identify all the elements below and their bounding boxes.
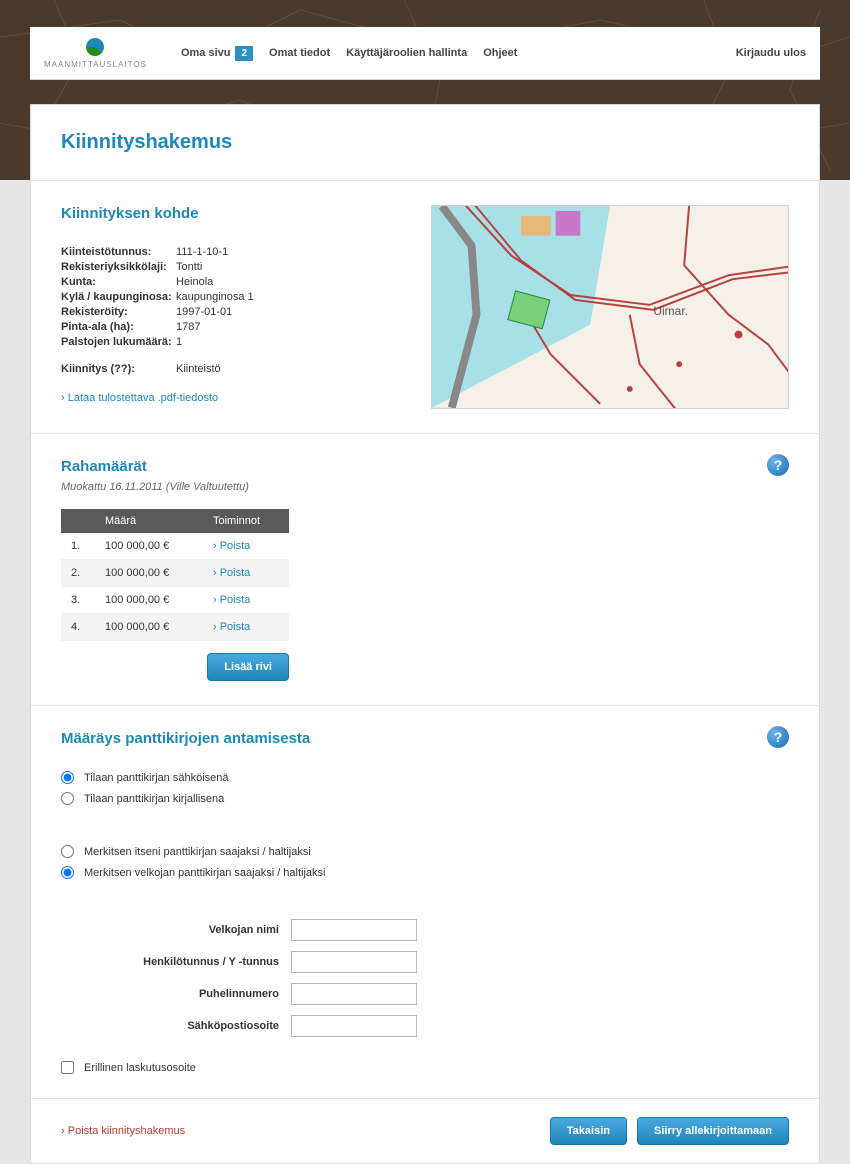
label-erillinen[interactable]: Erillinen laskutusosoite [84, 1062, 196, 1074]
input-velkojan-nimi[interactable] [291, 919, 417, 941]
section-maarays: ? Määräys panttikirjojen antamisesta Til… [31, 705, 819, 1098]
radio-velkojan[interactable] [61, 866, 74, 879]
value-kiinnitys: Kiinteistö [176, 363, 221, 375]
label-sahkoisena[interactable]: Tilaan panttikirjan sähköisenä [84, 772, 229, 784]
table-row: 3.100 000,00 € Poista [61, 587, 289, 614]
header-bar: MAANMITTAUSLAITOS Oma sivu 2 Omat tiedot… [30, 27, 820, 80]
value-kyla: kaupunginosa 1 [176, 291, 254, 303]
value-rekisteroity: 1997-01-01 [176, 306, 232, 318]
help-icon[interactable]: ? [767, 726, 789, 748]
label-velkojan-nimi: Velkojan nimi [61, 924, 291, 936]
cell-amount: 100 000,00 € [95, 560, 203, 587]
content-card: Kiinnityshakemus Kiinnityksen kohde Kiin… [30, 104, 820, 1164]
nav-kayttajaroolien[interactable]: Käyttäjäroolien hallinta [346, 47, 467, 59]
col-maara: Määrä [95, 509, 203, 533]
section-amounts: ? Rahamäärät Muokattu 16.11.2011 (Ville … [31, 433, 819, 705]
section-title-amounts: Rahamäärät [61, 458, 789, 475]
logo-icon [86, 38, 104, 56]
checkbox-erillinen[interactable] [61, 1061, 74, 1074]
pdf-download-link[interactable]: Lataa tulostettava .pdf-tiedosto [61, 392, 218, 404]
add-row-button[interactable]: Lisää rivi [207, 653, 289, 681]
map-preview[interactable]: Uimar. [431, 205, 789, 409]
page-title: Kiinnityshakemus [31, 105, 819, 154]
label-kirjallisena[interactable]: Tilaan panttikirjan kirjallisena [84, 793, 224, 805]
section-kohde: Kiinnityksen kohde Kiinteistötunnus:111-… [31, 181, 819, 433]
remove-row-link[interactable]: Poista [213, 594, 250, 606]
label-sahkoposti: Sähköpostiosoite [61, 1020, 291, 1032]
label-rekisteroity: Rekisteröity: [61, 306, 176, 318]
value-kunta: Heinola [176, 276, 213, 288]
amounts-table: Määrä Toiminnot 1.100 000,00 €Poista2.10… [61, 509, 289, 641]
nav-badge: 2 [235, 46, 253, 61]
label-itseni[interactable]: Merkitsen itseni panttikirjan saajaksi /… [84, 846, 311, 858]
col-index [61, 509, 95, 533]
amounts-subtitle: Muokattu 16.11.2011 (Ville Valtuutettu) [61, 481, 789, 493]
label-henkilotunnus: Henkilötunnus / Y -tunnus [61, 956, 291, 968]
value-palstojen: 1 [176, 336, 182, 348]
label-puhelinnumero: Puhelinnumero [61, 988, 291, 1000]
label-kiinteistotunnus: Kiinteistötunnus: [61, 246, 176, 258]
cell-amount: 100 000,00 € [95, 587, 203, 614]
nav-ohjeet[interactable]: Ohjeet [483, 47, 517, 59]
label-rekisteriyksikkolaji: Rekisteriyksikkölaji: [61, 261, 176, 273]
cell-index: 1. [61, 533, 95, 560]
label-kunta: Kunta: [61, 276, 176, 288]
cell-index: 4. [61, 614, 95, 641]
section-title-maarays: Määräys panttikirjojen antamisesta [61, 730, 789, 747]
radio-kirjallisena[interactable] [61, 792, 74, 805]
section-title-kohde: Kiinnityksen kohde [61, 205, 401, 222]
table-row: 2.100 000,00 € Poista [61, 560, 289, 587]
label-palstojen: Palstojen lukumäärä: [61, 336, 176, 348]
delete-application-link[interactable]: Poista kiinnityshakemus [61, 1125, 185, 1137]
main-nav: Oma sivu 2 Omat tiedot Käyttäjäroolien h… [181, 46, 517, 61]
nav-omat-tiedot[interactable]: Omat tiedot [269, 47, 330, 59]
label-kiinnitys: Kiinnitys (??): [61, 363, 176, 375]
input-puhelinnumero[interactable] [291, 983, 417, 1005]
remove-row-link[interactable]: Poista [213, 621, 250, 633]
table-row: 4.100 000,00 € Poista [61, 614, 289, 641]
remove-row-link[interactable]: Poista [213, 540, 250, 552]
label-velkojan[interactable]: Merkitsen velkojan panttikirjan saajaksi… [84, 867, 326, 879]
nav-oma-sivu-label: Oma sivu [181, 47, 231, 59]
table-row: 1.100 000,00 € Poista [61, 533, 289, 560]
proceed-sign-button[interactable]: Siirry allekirjoittamaan [637, 1117, 789, 1145]
value-pinta-ala: 1787 [176, 321, 200, 333]
input-sahkoposti[interactable] [291, 1015, 417, 1037]
label-kyla: Kylä / kaupunginosa: [61, 291, 176, 303]
help-icon[interactable]: ? [767, 454, 789, 476]
label-pinta-ala: Pinta-ala (ha): [61, 321, 176, 333]
logo[interactable]: MAANMITTAUSLAITOS [44, 38, 147, 69]
cell-index: 2. [61, 560, 95, 587]
cell-amount: 100 000,00 € [95, 533, 203, 560]
nav-oma-sivu[interactable]: Oma sivu 2 [181, 46, 253, 61]
brand-name: MAANMITTAUSLAITOS [44, 60, 147, 69]
value-kiinteistotunnus: 111-1-10-1 [176, 246, 228, 258]
cell-amount: 100 000,00 € [95, 614, 203, 641]
footer-section: Poista kiinnityshakemus Takaisin Siirry … [31, 1098, 819, 1163]
back-button[interactable]: Takaisin [550, 1117, 627, 1145]
radio-itseni[interactable] [61, 845, 74, 858]
map-place-label: Uimar. [653, 304, 688, 318]
value-rekisteriyksikkolaji: Tontti [176, 261, 202, 273]
input-henkilotunnus[interactable] [291, 951, 417, 973]
radio-sahkoisena[interactable] [61, 771, 74, 784]
logout-link[interactable]: Kirjaudu ulos [736, 47, 806, 59]
cell-index: 3. [61, 587, 95, 614]
remove-row-link[interactable]: Poista [213, 567, 250, 579]
col-toiminnot: Toiminnot [203, 509, 289, 533]
